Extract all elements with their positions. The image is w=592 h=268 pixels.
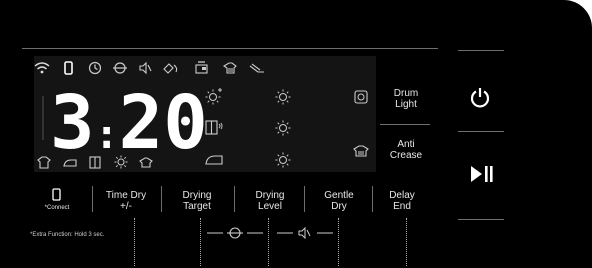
power-button[interactable] (469, 86, 491, 108)
sun-icon-2 (274, 119, 292, 137)
time-colon: : (94, 112, 119, 158)
shirt-icon (36, 156, 52, 169)
guide-line (268, 218, 269, 266)
phone-icon (64, 61, 73, 75)
detergent-icon (162, 61, 180, 75)
button-separator (304, 186, 305, 212)
tshirt-steam-icon (222, 60, 238, 75)
panel-divider (22, 48, 438, 49)
time-dry-button[interactable]: Time Dry +/- (96, 190, 156, 212)
start-pause-button[interactable] (470, 164, 494, 184)
time-hours: 3 (50, 80, 95, 166)
button-separator (234, 186, 235, 212)
mute-combo-icon (277, 226, 333, 240)
wardrobe-icon (88, 155, 104, 169)
kettle-icon (194, 60, 210, 75)
button-separator (372, 186, 373, 212)
start-bottom-divider (458, 219, 504, 220)
power-bottom-divider (458, 131, 504, 132)
connect-button[interactable]: *Connect (32, 203, 82, 214)
sun-icon-3 (274, 151, 292, 169)
guide-line (134, 218, 135, 266)
wifi-icon (34, 61, 50, 75)
drying-target-button[interactable]: Drying Target (166, 190, 228, 212)
drum-light-icon (354, 90, 368, 104)
power-top-divider (458, 50, 504, 51)
timer-icon (88, 61, 102, 75)
delay-end-button[interactable]: Delay End (375, 190, 429, 212)
drying-level-button[interactable]: Drying Level (240, 190, 300, 212)
guide-line (338, 218, 339, 266)
sun-small-icon (114, 155, 128, 169)
mute-icon (138, 61, 152, 75)
child-lock-combo-icon (207, 226, 263, 240)
iron-board-icon (248, 61, 266, 75)
sun-icon (274, 88, 292, 106)
lcd-display: 3:20 (34, 56, 376, 172)
right-option-divider (380, 124, 430, 125)
gentle-dry-button[interactable]: Gentle Dry (310, 190, 368, 212)
guide-line (200, 218, 201, 266)
drum-light-label[interactable]: Drum Light (382, 88, 430, 110)
time-display: 3:20 (50, 86, 208, 160)
button-separator (161, 186, 162, 212)
iron-icon-2 (204, 152, 224, 166)
child-lock-icon (112, 61, 128, 75)
shirt-hanger-icon (138, 155, 154, 169)
time-minutes: 20 (118, 80, 208, 166)
extra-function-note: *Extra Function: Hold 3 sec. (30, 232, 105, 238)
wardrobe-steam-icon (204, 118, 224, 136)
anti-crease-label[interactable]: Anti Crease (382, 139, 430, 161)
indicator-bar (42, 96, 44, 140)
control-panel: 3:20 Drum Light Anti Crease *Connect Tim… (0, 0, 592, 268)
connect-phone-icon[interactable] (52, 188, 61, 201)
guide-line (406, 218, 407, 266)
iron-icon (62, 156, 78, 169)
sun-plus-icon (204, 87, 224, 105)
button-separator (92, 186, 93, 212)
anti-crease-shirt-icon (352, 144, 370, 158)
